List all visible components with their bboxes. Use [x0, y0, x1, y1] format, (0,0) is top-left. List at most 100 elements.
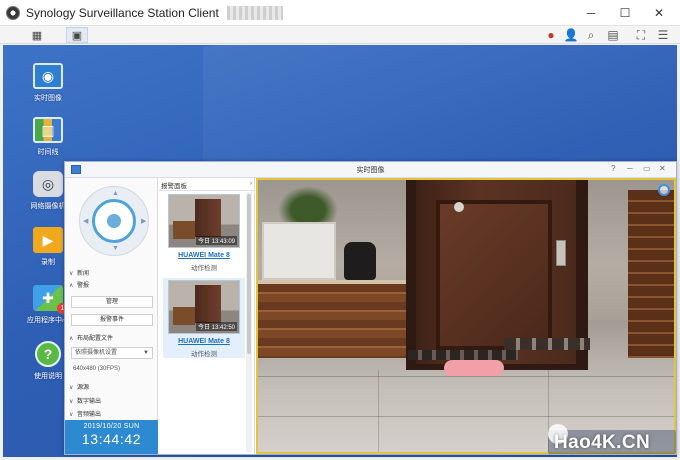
watermark-text: Hao4K.CN — [554, 432, 651, 453]
fullscreen-button[interactable]: ⛶ — [632, 26, 650, 44]
app-window: Synology Surveillance Station Client ─ ☐… — [0, 0, 680, 460]
live-view-taskbar-button[interactable]: ▣ — [66, 27, 88, 43]
ptz-up-arrow-icon[interactable]: ▲ — [112, 190, 119, 197]
thumb-cabinet — [173, 221, 195, 239]
alert-panel-title: 报警面板 — [161, 183, 187, 190]
section-alert[interactable]: ∧ 警报 — [69, 280, 89, 289]
alert-panel-header: 报警面板 › — [159, 180, 255, 191]
user-button[interactable]: 👤 — [562, 26, 580, 44]
alert-item[interactable]: 今日 13:43:09 HUAWEI Mate 8 动作检测 — [163, 192, 245, 272]
alert-type: 动作检测 — [191, 265, 217, 272]
video-door-panel — [436, 200, 552, 350]
section-digital-out[interactable]: ∨ 数字输出 — [69, 396, 101, 405]
main-menu-button[interactable]: ▦ — [26, 27, 48, 43]
video-door-handle — [556, 240, 566, 266]
chevron-down-icon: ∨ — [69, 271, 74, 277]
live-view-window: 实时图像 ? ─ ▭ ✕ ▲ ▼ ◀ ▶ ∨ 新闻 ∧ 警报 管理 报警事件 ∧ 布局… — [64, 161, 677, 455]
thumb-door — [195, 199, 221, 237]
ptz-control[interactable]: ▲ ▼ ◀ ▶ — [79, 186, 149, 256]
search-button[interactable]: ⌕ — [582, 26, 600, 44]
clock-date: 2019/10/20 SUN — [83, 423, 140, 430]
webcam-icon: ◎ — [33, 171, 63, 197]
section-config[interactable]: ∧ 布局配置文件 — [69, 333, 113, 342]
window-close-button[interactable]: ✕ — [659, 164, 666, 173]
close-button[interactable]: ✕ — [642, 0, 676, 26]
section-label: 音频输出 — [77, 412, 102, 418]
clock-widget: 2019/10/20 SUN 13:44:42 — [65, 420, 158, 454]
options-menu-button[interactable]: ☰ — [654, 26, 672, 44]
ptz-home-button[interactable] — [107, 214, 121, 228]
app-title: Synology Surveillance Station Client — [26, 5, 219, 20]
grid-icon: ▦ — [31, 29, 43, 42]
video-slippers — [444, 360, 504, 376]
section-label: 布局配置文件 — [77, 336, 114, 342]
alert-type: 动作检测 — [191, 351, 217, 358]
scrollbar-thumb[interactable] — [247, 194, 251, 354]
alert-thumbnail: 今日 13:43:09 — [168, 194, 240, 248]
ptz-right-arrow-icon[interactable]: ▶ — [141, 217, 146, 225]
alert-scrollbar[interactable] — [246, 192, 252, 452]
widget-button[interactable]: ▤ — [604, 26, 622, 44]
help-icon: ? — [35, 341, 61, 367]
thumb-door — [195, 285, 221, 323]
timeline-icon: ▥ — [33, 117, 63, 143]
alert-timestamp: 今日 13:43:09 — [195, 236, 237, 245]
desktop-icon-live-view[interactable]: ◉ 实时图像 — [21, 63, 75, 103]
minimize-button[interactable]: ─ — [574, 0, 608, 26]
alert-panel: 报警面板 › 今日 13:43:09 HUAWEI Mate 8 动作检测 今日… — [159, 178, 255, 454]
live-view-title-bar: 实时图像 ? ─ ▭ ✕ — [65, 162, 676, 178]
puzzle-icon: ✚ 1 — [33, 285, 68, 314]
floor-tile-line — [378, 370, 379, 452]
video-cabinet — [258, 284, 408, 358]
film-folder-icon: ▶ — [33, 227, 63, 253]
alert-camera-link[interactable]: HUAWEI Mate 8 — [163, 252, 245, 259]
watermark: Hao4K.CN — [548, 424, 676, 454]
desktop-icon-timeline[interactable]: ▥ 时间线 — [21, 117, 75, 157]
section-new[interactable]: ∨ 新闻 — [69, 268, 89, 277]
section-audio-out[interactable]: ∨ 音频输出 — [69, 409, 101, 418]
video-shoes — [504, 338, 590, 350]
video-plant — [278, 186, 338, 226]
fullscreen-icon: ⛶ — [636, 27, 646, 42]
video-whiteboard — [262, 222, 336, 280]
resolution-text: 640x480 (30FPS) — [73, 366, 121, 372]
video-door-hook — [454, 202, 464, 212]
surveillance-app-icon — [6, 5, 20, 20]
hamburger-icon: ☰ — [657, 28, 669, 42]
widget-icon: ▤ — [607, 28, 619, 42]
camera-overlay-icon[interactable] — [658, 184, 670, 196]
maximize-button[interactable]: ☐ — [608, 0, 642, 26]
video-pot — [344, 242, 376, 280]
alert-search-button[interactable]: 报警事件 — [71, 314, 153, 326]
ptz-left-arrow-icon[interactable]: ◀ — [83, 217, 88, 225]
notification-button[interactable]: ● — [542, 26, 560, 44]
video-right-cabinet — [628, 190, 674, 358]
main-toolbar: ▦ ▣ ● 👤 ⌕ ▤ ⛶ ☰ — [0, 26, 680, 44]
camera-monitor-icon: ◉ — [33, 63, 63, 89]
section-label: 警报 — [77, 283, 90, 289]
control-panel: ▲ ▼ ◀ ▶ ∨ 新闻 ∧ 警报 管理 报警事件 ∧ 布局配置文件 依照摄像机设置 … — [65, 178, 158, 454]
section-label: 源源 — [77, 385, 90, 391]
alert-camera-link[interactable]: HUAWEI Mate 8 — [163, 338, 245, 345]
chevron-up-icon: ∧ — [69, 283, 74, 289]
desktop-icon-label: 时间线 — [37, 149, 59, 156]
window-maximize-button[interactable]: ▭ — [643, 164, 651, 173]
section-label: 新闻 — [77, 271, 90, 277]
chevron-right-icon[interactable]: › — [250, 180, 252, 187]
video-shoes — [408, 350, 518, 360]
section-label: 数字输出 — [77, 399, 102, 405]
thumb-cabinet — [173, 307, 195, 325]
ptz-down-arrow-icon[interactable]: ▼ — [112, 245, 119, 252]
user-icon: 👤 — [563, 28, 579, 42]
help-button[interactable]: ? — [611, 164, 615, 173]
window-minimize-button[interactable]: ─ — [627, 164, 633, 173]
search-icon: ⌕ — [587, 27, 595, 42]
chevron-up-icon: ∧ — [69, 336, 74, 342]
monitor-icon: ▣ — [71, 29, 83, 42]
chevron-down-icon: ∨ — [69, 385, 74, 391]
alert-item[interactable]: 今日 13:42:50 HUAWEI Mate 8 动作检测 — [163, 278, 245, 358]
section-source[interactable]: ∨ 源源 — [69, 382, 89, 391]
manage-button[interactable]: 管理 — [71, 296, 153, 308]
camera-setting-select[interactable]: 依照摄像机设置 ▼ — [71, 347, 153, 359]
live-video-view[interactable] — [256, 178, 676, 454]
